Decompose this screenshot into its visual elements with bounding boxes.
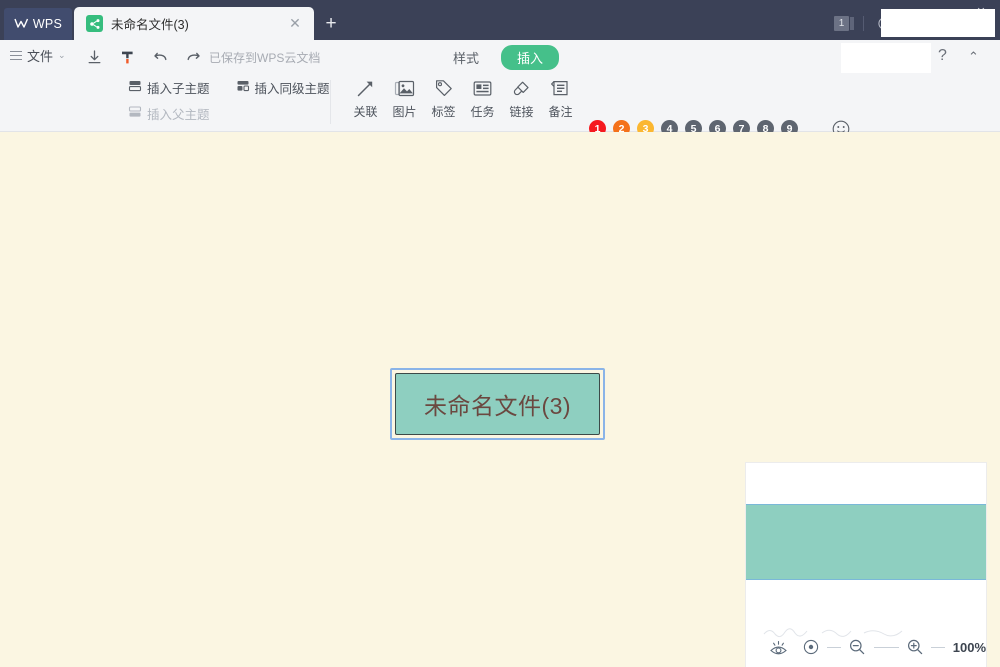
- root-node[interactable]: 未命名文件(3): [395, 373, 600, 435]
- tag-icon: [433, 76, 454, 100]
- insert-subtopic-button[interactable]: 插入子主题: [128, 78, 210, 97]
- wps-logo-button[interactable]: WPS: [4, 8, 72, 40]
- minimap-controls: 100%: [746, 627, 986, 667]
- ribbon-row-top: 文件 ⌄ 已保存到WPS云文档 样式 插入 ? ⌃: [0, 40, 1000, 74]
- note-tool-button[interactable]: 备注: [541, 76, 580, 120]
- title-bar: WPS 未命名文件(3) ✕ + 1: [0, 0, 1000, 40]
- ribbon-tab-group: 样式 插入: [447, 44, 559, 71]
- eye-outline-icon[interactable]: [762, 630, 795, 664]
- ribbon-toolbar: 文件 ⌄ 已保存到WPS云文档 样式 插入 ? ⌃: [0, 40, 1000, 132]
- document-tab-title: 未命名文件(3): [111, 14, 286, 33]
- tag-tool-label: 标签: [431, 103, 455, 120]
- relation-arrow-icon: [355, 76, 376, 100]
- image-tool-label: 图片: [392, 103, 416, 120]
- ribbon-separator: [330, 80, 331, 124]
- link-tool-button[interactable]: 链接: [502, 76, 541, 120]
- mindmap-icon: [86, 15, 103, 32]
- tab-style[interactable]: 样式: [447, 44, 485, 71]
- relation-tool-label: 关联: [353, 103, 377, 120]
- divider: [863, 16, 864, 31]
- link-icon: [511, 76, 532, 100]
- insert-parent-topic-label: 插入父主题: [147, 104, 210, 123]
- new-tab-button[interactable]: +: [314, 7, 348, 40]
- help-button[interactable]: ?: [938, 47, 947, 65]
- note-icon: [550, 76, 571, 100]
- task-tool-label: 任务: [470, 103, 494, 120]
- slider-track-right: [931, 647, 944, 648]
- insert-parent-topic-button[interactable]: 插入父主题: [128, 104, 210, 123]
- minimap-panel[interactable]: 100%: [746, 463, 986, 667]
- insert-topic-row-1: 插入子主题 插入同级主题: [128, 78, 330, 97]
- root-node-label: 未命名文件(3): [424, 387, 571, 421]
- titlebar-blank-overlay: [881, 9, 995, 37]
- file-menu-button[interactable]: 文件 ⌄: [10, 46, 66, 65]
- chevron-down-icon: ⌄: [58, 50, 66, 61]
- collapse-ribbon-button[interactable]: ⌃: [968, 49, 979, 65]
- save-status-text: 已保存到WPS云文档: [209, 49, 320, 66]
- slider-track-mid[interactable]: [874, 647, 899, 648]
- format-painter-button[interactable]: [115, 45, 139, 69]
- relation-tool-button[interactable]: 关联: [346, 76, 385, 120]
- insert-subtopic-icon: [128, 80, 142, 95]
- insert-topic-group: 插入子主题 插入同级主题 插入父主题: [128, 78, 330, 123]
- note-tool-label: 备注: [548, 103, 572, 120]
- save-button[interactable]: [82, 45, 106, 69]
- hamburger-icon: [10, 51, 22, 60]
- image-tool-button[interactable]: 图片: [385, 76, 424, 120]
- tag-tool-button[interactable]: 标签: [424, 76, 463, 120]
- page-stack-decoration: [850, 17, 854, 30]
- undo-button[interactable]: [149, 45, 173, 69]
- insert-sibling-topic-button[interactable]: 插入同级主题: [236, 78, 330, 97]
- zoom-in-icon[interactable]: [899, 630, 932, 664]
- wps-mindmap-window: WPS 未命名文件(3) ✕ + 1: [0, 0, 1000, 667]
- zoom-level-value[interactable]: 100%: [953, 640, 986, 655]
- insert-topic-row-2: 插入父主题: [128, 104, 330, 123]
- redo-button[interactable]: [181, 45, 205, 69]
- wps-logo-mark: [14, 18, 29, 31]
- minimap-viewport-band: [746, 504, 986, 580]
- page-count-value: 1: [834, 16, 849, 31]
- ribbon-blank-overlay: [841, 43, 931, 73]
- wps-logo-text: WPS: [33, 17, 62, 31]
- link-tool-label: 链接: [509, 103, 533, 120]
- task-icon: [472, 76, 493, 100]
- slider-track-left: [827, 647, 840, 648]
- insert-subtopic-label: 插入子主题: [147, 78, 210, 97]
- root-node-selection[interactable]: 未命名文件(3): [390, 368, 605, 440]
- zoom-out-icon[interactable]: [841, 630, 874, 664]
- image-icon: [394, 76, 415, 100]
- tab-insert[interactable]: 插入: [501, 45, 559, 70]
- insert-sibling-topic-label: 插入同级主题: [255, 78, 330, 97]
- insert-tools-group: 关联 图片 标签 任务: [346, 76, 580, 120]
- document-tab[interactable]: 未命名文件(3) ✕: [74, 7, 314, 40]
- close-icon[interactable]: ✕: [286, 15, 304, 33]
- page-count-indicator[interactable]: 1: [834, 16, 864, 31]
- center-target-icon[interactable]: [795, 630, 828, 664]
- insert-sibling-topic-icon: [236, 80, 250, 95]
- file-menu-label: 文件: [27, 46, 53, 65]
- insert-parent-topic-icon: [128, 106, 142, 121]
- task-tool-button[interactable]: 任务: [463, 76, 502, 120]
